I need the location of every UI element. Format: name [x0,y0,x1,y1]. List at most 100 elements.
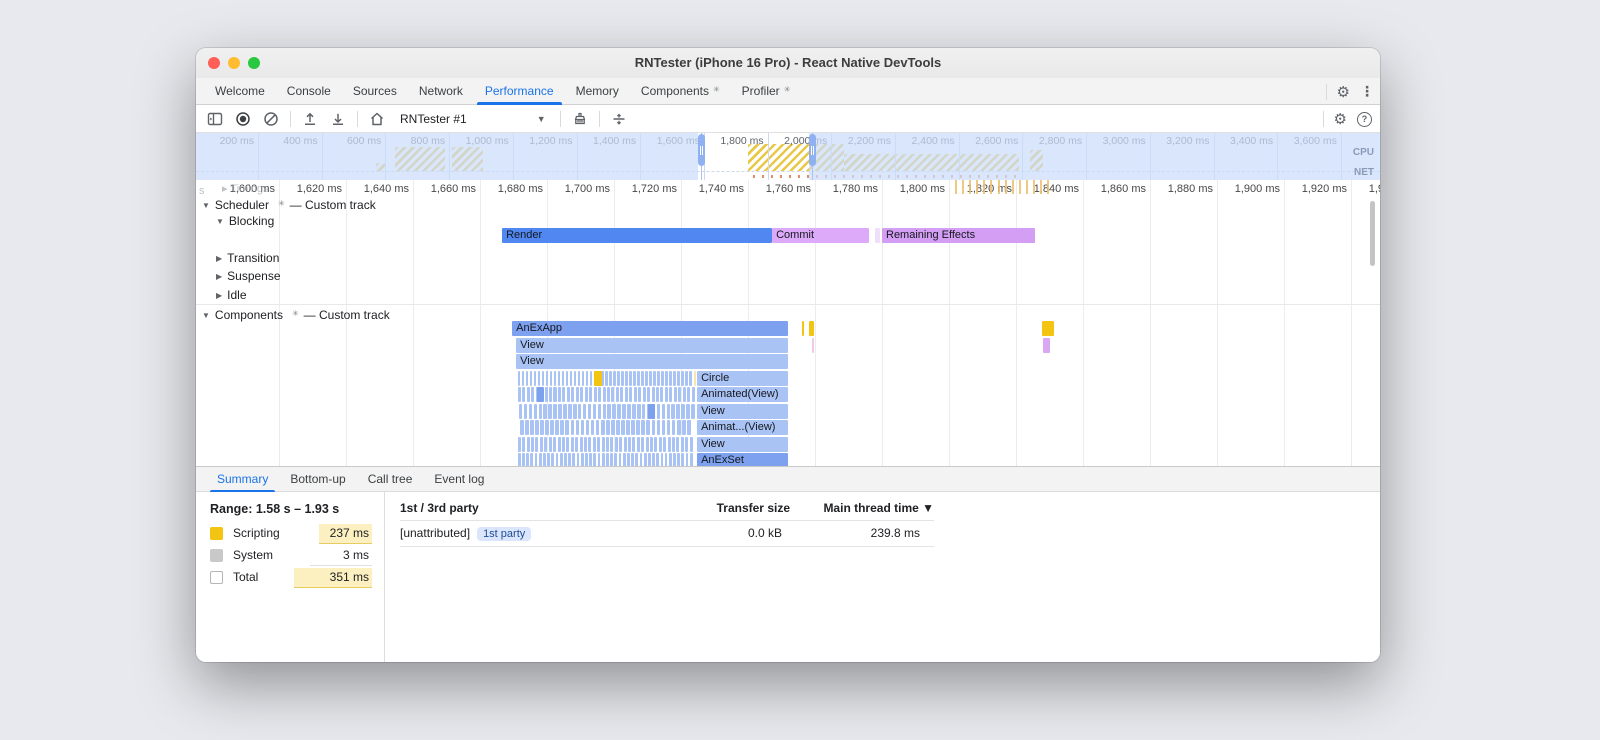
flame-sliver[interactable] [661,403,666,419]
column-header-main-thread-time[interactable]: Main thread time ▼ [823,501,934,515]
flame-event[interactable] [1043,337,1051,353]
flame-sliver[interactable] [665,370,668,386]
flame-sliver[interactable] [645,370,648,386]
flame-sliver[interactable] [635,453,639,466]
flame-sliver[interactable] [642,387,646,402]
flame-sliver[interactable] [689,436,693,452]
flame-sliver[interactable] [657,370,660,386]
flame-sliver[interactable] [531,436,535,452]
track-header-components[interactable]: ▼ Components ✳ — Custom track [202,308,390,322]
flame-sliver[interactable] [631,420,635,435]
flame-sliver[interactable] [547,453,550,466]
flame-sliver[interactable] [677,370,680,386]
flame-sliver[interactable] [522,436,526,452]
flame-sliver[interactable] [561,370,565,386]
column-header-party[interactable]: 1st / 3rd party [400,501,479,515]
flame-sliver[interactable] [631,453,634,466]
flame-bar-anexapp[interactable]: AnExApp [512,321,788,336]
flame-sliver[interactable] [538,403,543,419]
flame-sliver[interactable] [557,387,561,402]
details-tab-summary[interactable]: Summary [206,467,279,492]
flame-sliver[interactable] [543,403,547,419]
flame-sliver[interactable] [543,453,546,466]
flame-event[interactable] [1042,321,1055,336]
target-selector-dropdown[interactable]: RNTester #1 ▼ [396,112,550,126]
flame-event[interactable] [801,321,804,336]
flame-bar-sliver[interactable] [874,228,880,243]
details-tab-event-log[interactable]: Event log [423,467,495,491]
flame-sliver[interactable] [571,387,575,402]
selection-handle-left[interactable] [697,134,705,166]
flame-sliver[interactable] [621,420,625,435]
load-profile-icon[interactable] [301,110,319,128]
flame-event[interactable] [647,403,655,419]
flame-sliver[interactable] [622,403,626,419]
flame-sliver[interactable] [539,436,543,452]
tab-memory[interactable]: Memory [565,78,630,104]
flame-sliver[interactable] [669,387,673,402]
flame-sliver[interactable] [613,370,616,386]
selection-handle-right[interactable] [809,134,816,166]
flame-sliver[interactable] [573,403,577,419]
flame-sliver[interactable] [666,420,671,435]
flame-sliver[interactable] [676,403,680,419]
flame-sliver[interactable] [651,387,655,402]
flame-sliver[interactable] [533,403,538,419]
clear-recording-icon[interactable] [262,110,280,128]
flame-sliver[interactable] [689,370,692,386]
flame-sliver[interactable] [632,403,636,419]
flame-sliver[interactable] [686,420,691,435]
flame-sliver[interactable] [681,403,685,419]
capture-settings-gear-icon[interactable]: ⚙ [1334,110,1347,128]
flame-sliver[interactable] [523,403,528,419]
flame-sliver[interactable] [673,370,676,386]
flame-sliver[interactable] [568,453,571,466]
flame-sliver[interactable] [597,403,602,419]
flame-bar-remaining-effects[interactable]: Remaining Effects [882,228,1036,243]
flame-sliver[interactable] [589,370,593,386]
flame-sliver[interactable] [517,436,521,452]
record-button[interactable] [234,110,252,128]
flame-sliver[interactable] [672,436,676,452]
flame-sliver[interactable] [592,403,597,419]
flame-sliver[interactable] [643,453,647,466]
flame-sliver[interactable] [607,403,611,419]
flame-sliver[interactable] [553,370,557,386]
flame-sliver[interactable] [633,387,637,402]
flame-sliver[interactable] [544,387,548,402]
tab-console[interactable]: Console [276,78,342,104]
flame-sliver[interactable] [602,387,606,402]
flame-sliver[interactable] [652,453,655,466]
flame-sliver[interactable] [602,403,607,419]
flame-sliver[interactable] [636,436,640,452]
details-tab-bottom-up[interactable]: Bottom-up [279,467,356,491]
flame-sliver[interactable] [629,370,632,386]
flame-sliver[interactable] [616,420,620,435]
flame-sliver[interactable] [611,387,615,402]
flame-sliver[interactable] [529,420,534,435]
flame-sliver[interactable] [518,403,523,419]
flame-bar-anexset[interactable]: AnExSet [697,453,788,466]
flame-sliver[interactable] [664,387,668,402]
flame-sliver[interactable] [666,403,671,419]
flame-sliver[interactable] [624,387,628,402]
flame-sliver[interactable] [590,420,595,435]
flame-sliver[interactable] [687,387,691,402]
flame-sliver[interactable] [597,436,601,452]
tab-profiler[interactable]: Profiler ✳ [731,78,802,104]
vertical-scrollbar[interactable] [1370,201,1375,266]
flame-sliver[interactable] [535,436,539,452]
save-profile-icon[interactable] [329,110,347,128]
flame-sliver[interactable] [636,420,640,435]
flame-sliver[interactable] [653,370,656,386]
flame-sliver[interactable] [629,387,633,402]
flame-sliver[interactable] [656,453,660,466]
flame-sliver[interactable] [615,387,619,402]
flame-sliver[interactable] [553,436,557,452]
flame-sliver[interactable] [582,403,587,419]
flame-sliver[interactable] [524,420,529,435]
track-header-idle[interactable]: ▶ Idle [216,288,247,302]
tab-sources[interactable]: Sources [342,78,408,104]
flame-sliver[interactable] [522,453,525,466]
flame-sliver[interactable] [677,453,681,466]
